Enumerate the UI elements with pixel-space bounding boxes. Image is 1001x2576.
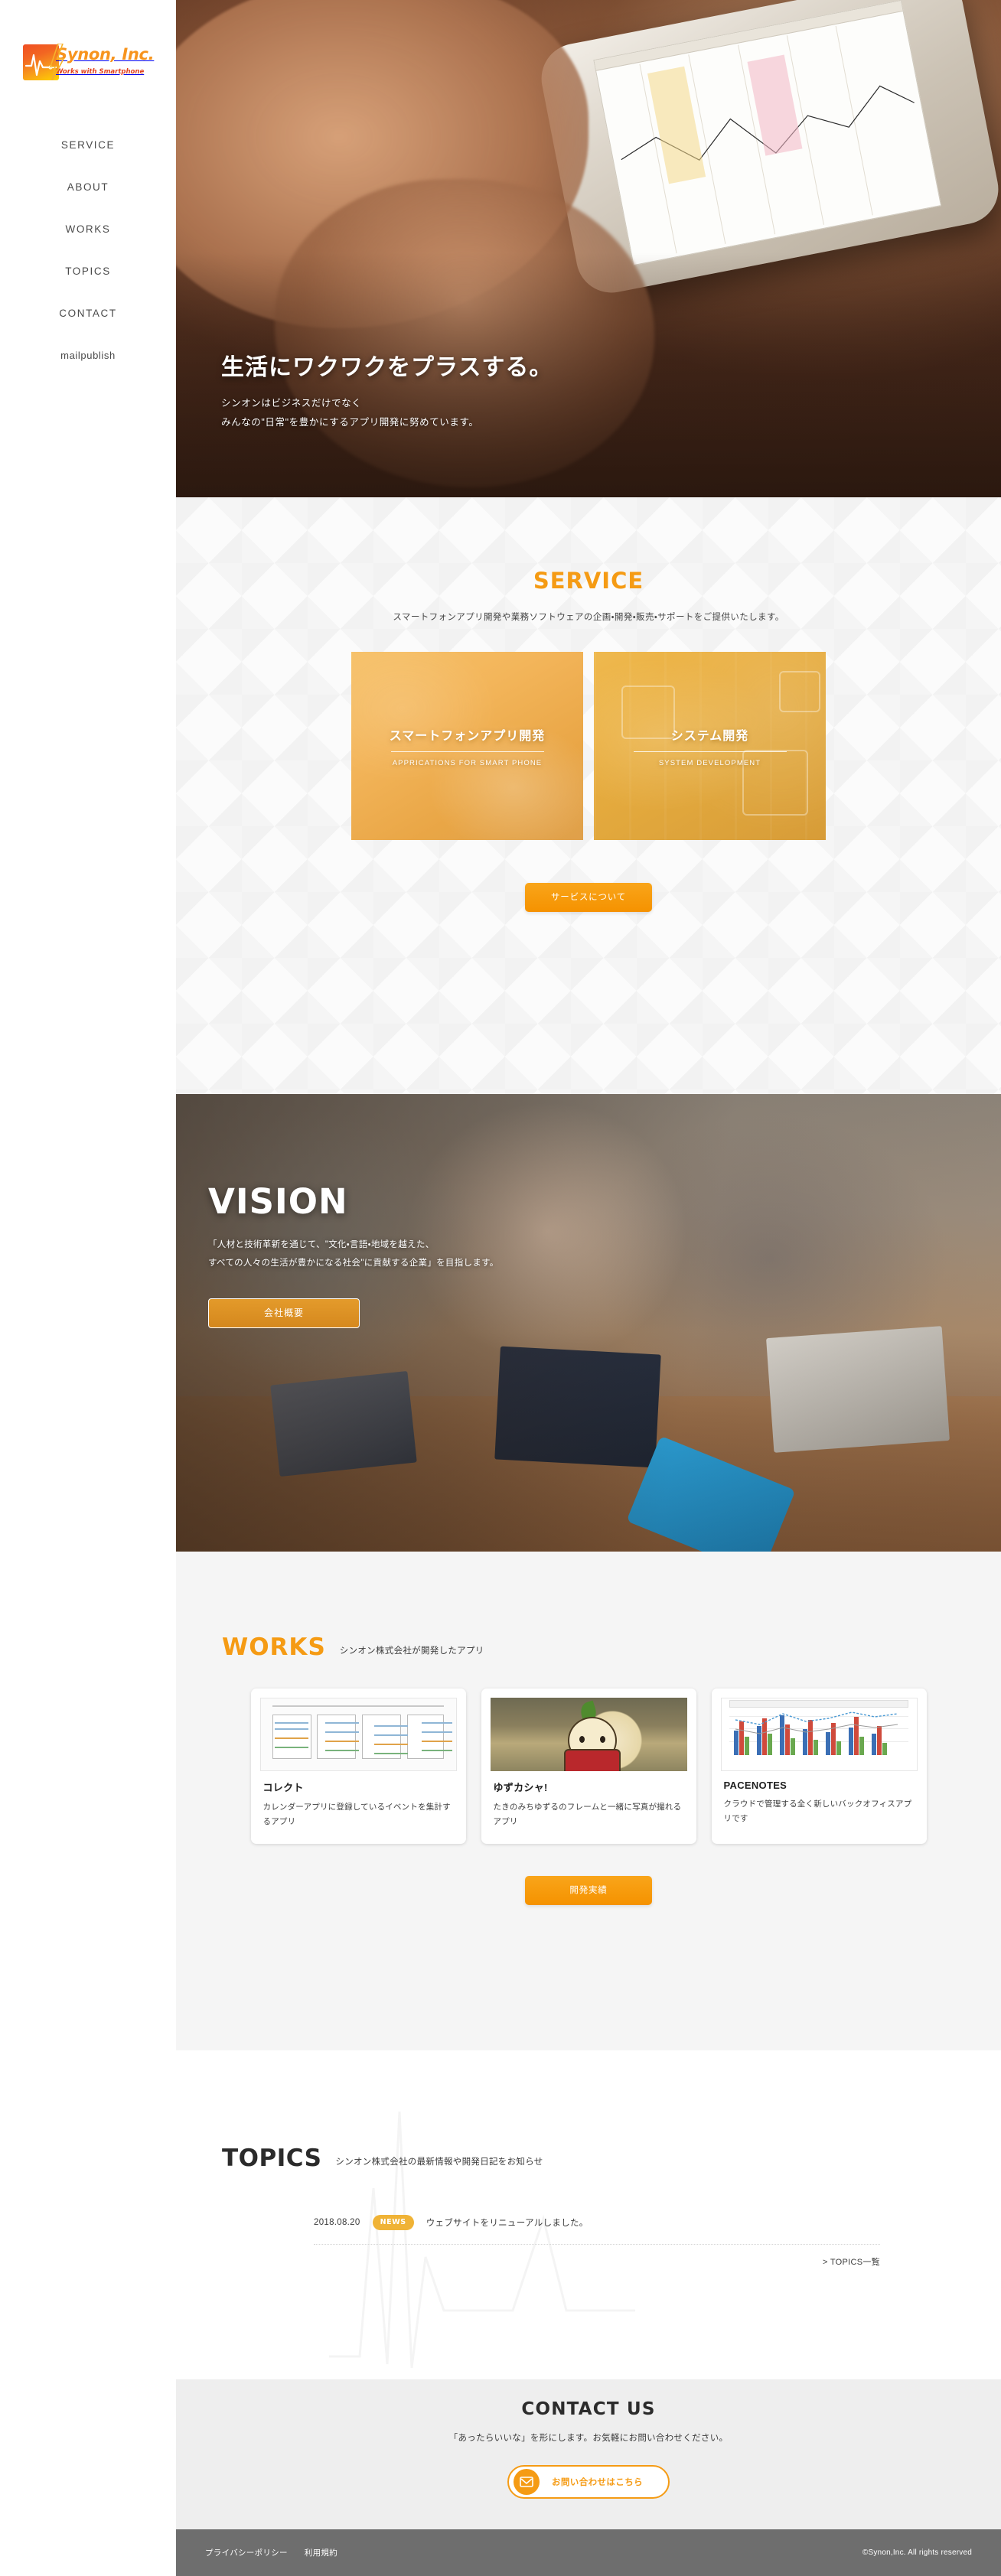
service-card-title: システム開発 <box>670 729 749 743</box>
hero-lead: シンオンはビジネスだけでなく みんなの"日常"を豊かにするアプリ開発に努めていま… <box>221 394 553 432</box>
service-title: SERVICE <box>533 568 644 594</box>
card-texture <box>351 652 583 840</box>
site-logo[interactable]: Synon, Inc. Works with Smartphone <box>23 42 157 82</box>
hero-lead-line-1: シンオンはビジネスだけでなく <box>221 398 362 409</box>
work-card-body: ゆずカシャ! たきのみちゆずるのフレームと一緒に写真が撮れるアプリ <box>491 1771 687 1830</box>
works-subtitle: シンオン株式会社が開発したアプリ <box>339 1646 484 1656</box>
phone-screen <box>593 0 941 266</box>
nav-item-works[interactable]: WORKS <box>65 223 110 235</box>
works-title: WORKS <box>222 1633 326 1661</box>
work-card-yuzukasha[interactable]: ゆずカシャ! たきのみちゆずるのフレームと一緒に写真が撮れるアプリ <box>481 1689 696 1844</box>
topics-list: 2018.08.20 NEWS ウェブサイトをリニューアルしました。 > TOP… <box>314 2215 880 2268</box>
works-header: WORKS シンオン株式会社が開発したアプリ <box>176 1552 1001 1659</box>
logo-wordmark: Synon, Inc. Works with Smartphone <box>49 43 157 81</box>
nav-item-topics[interactable]: TOPICS <box>65 265 111 277</box>
hero-title: 生活にワクワクをプラスする。 <box>221 354 553 381</box>
footer-link-terms[interactable]: 利用規約 <box>305 2547 337 2558</box>
topic-text: ウェブサイトをリニューアルしました。 <box>426 2219 589 2228</box>
copyright-text: ©Synon,Inc. All rights reserved <box>862 2548 972 2557</box>
works-button[interactable]: 開発実績 <box>525 1875 652 1905</box>
lightning-bolt-icon <box>48 43 65 81</box>
vision-section: VISION 「人材と技術革新を通じて、"文化・言語・地域を越えた、 すべての人… <box>176 1094 1001 1552</box>
vision-lead: 「人材と技術革新を通じて、"文化・言語・地域を越えた、 すべての人々の生活が豊か… <box>208 1236 499 1272</box>
works-section: WORKS シンオン株式会社が開発したアプリ コレクト カレンダーアプリに登録し… <box>176 1552 1001 2050</box>
hero-copy: 生活にワクワクをプラスする。 シンオンはビジネスだけでなく みんなの"日常"を豊… <box>221 348 553 432</box>
logo-tagline: Works with Smartphone <box>56 68 145 76</box>
contact-button[interactable]: お問い合わせはこちら <box>507 2465 670 2499</box>
vision-lead-line-2: すべての人々の生活が豊かになる社会"に貢献する企業」を目指します。 <box>208 1259 499 1268</box>
footer-links: プライバシーポリシー 利用規約 <box>205 2547 337 2558</box>
nav-item-contact[interactable]: CONTACT <box>59 308 116 319</box>
service-card-smartphone[interactable]: スマートフォンアプリ開発 APPRICATIONS FOR SMART PHON… <box>351 652 583 840</box>
topics-title: TOPICS <box>222 2144 322 2172</box>
contact-lead: 「あったらいいな」を形にします。お気軽にお問い合わせください。 <box>448 2434 729 2443</box>
work-card-body: コレクト カレンダーアプリに登録しているイベントを集計するアプリ <box>260 1771 457 1830</box>
status-badge: NEWS <box>372 2215 414 2230</box>
service-card-subtitle: APPRICATIONS FOR SMART PHONE <box>392 758 543 767</box>
topics-subtitle: シンオン株式会社の最新情報や開発日記をお知らせ <box>335 2158 543 2167</box>
service-button[interactable]: サービスについて <box>525 883 652 912</box>
service-header: SERVICE スマートフォンアプリ開発や業務ソフトウェアの企画・開発・販売・サ… <box>176 497 1001 623</box>
nav-item-about[interactable]: ABOUT <box>67 181 109 193</box>
mail-envelope-icon <box>514 2469 540 2495</box>
main-navigation: SERVICE ABOUT WORKS TOPICS CONTACT mailp… <box>0 139 176 361</box>
footer-link-privacy[interactable]: プライバシーポリシー <box>205 2547 288 2558</box>
character-body <box>564 1749 621 1771</box>
service-card-subtitle: SYSTEM DEVELOPMENT <box>658 758 761 767</box>
work-card-description: クラウドで管理する全く新しいバックオフィスアプリです <box>723 1799 912 1824</box>
bar-chart-thumbnail <box>720 1698 918 1771</box>
nav-item-service[interactable]: SERVICE <box>61 139 115 151</box>
service-section: SERVICE スマートフォンアプリ開発や業務ソフトウェアの企画・開発・販売・サ… <box>176 497 1001 1094</box>
vision-copy: VISION 「人材と技術革新を通じて、"文化・言語・地域を越えた、 すべての人… <box>208 1181 499 1329</box>
character-photo-thumbnail <box>490 1698 687 1771</box>
vision-title: VISION <box>208 1181 348 1222</box>
service-card-system[interactable]: システム開発 SYSTEM DEVELOPMENT <box>594 652 826 840</box>
work-card-title: PACENOTES <box>723 1780 787 1791</box>
vision-button[interactable]: 会社概要 <box>208 1298 360 1329</box>
service-card-title: スマートフォンアプリ開発 <box>389 729 546 743</box>
work-card-title: コレクト <box>262 1782 304 1793</box>
card-divider <box>390 751 544 752</box>
topics-header: TOPICS シンオン株式会社の最新情報や開発日記をお知らせ <box>222 2147 1001 2171</box>
logo-title: Synon, Inc. <box>56 45 155 64</box>
sidebar: Synon, Inc. Works with Smartphone SERVIC… <box>0 0 176 2576</box>
work-card-description: カレンダーアプリに登録しているイベントを集計するアプリ <box>262 1803 451 1827</box>
contact-section: CONTACT US 「あったらいいな」を形にします。お気軽にお問い合わせくださ… <box>176 2379 1001 2529</box>
topics-section: TOPICS シンオン株式会社の最新情報や開発日記をお知らせ 2018.08.2… <box>176 2050 1001 2379</box>
calendar-grid-thumbnail <box>259 1698 457 1771</box>
topics-more-link[interactable]: > TOPICS一覧 <box>314 2255 880 2268</box>
work-card-pacenotes[interactable]: PACENOTES クラウドで管理する全く新しいバックオフィスアプリです <box>711 1689 927 1844</box>
work-card-body: PACENOTES クラウドで管理する全く新しいバックオフィスアプリです <box>721 1771 918 1827</box>
topics-inner: TOPICS シンオン株式会社の最新情報や開発日記をお知らせ 2018.08.2… <box>176 2050 1001 2268</box>
contact-button-label: お問い合わせはこちら <box>552 2478 643 2487</box>
work-card-collect[interactable]: コレクト カレンダーアプリに登録しているイベントを集計するアプリ <box>250 1689 466 1844</box>
work-card-title: ゆずカシャ! <box>493 1782 548 1793</box>
nav-item-mailpublish[interactable]: mailpublish <box>60 350 116 361</box>
service-card-list: スマートフォンアプリ開発 APPRICATIONS FOR SMART PHON… <box>176 652 1001 840</box>
vision-lead-line-1: 「人材と技術革新を通じて、"文化・言語・地域を越えた、 <box>208 1240 435 1249</box>
site-footer: プライバシーポリシー 利用規約 ©Synon,Inc. All rights r… <box>176 2529 1001 2576</box>
hero-lead-line-2: みんなの"日常"を豊かにするアプリ開発に努めています。 <box>221 417 479 428</box>
service-lead: スマートフォンアプリ開発や業務ソフトウェアの企画・開発・販売・サポートをご提供い… <box>393 613 784 622</box>
topics-divider <box>314 2244 880 2245</box>
contact-title: CONTACT US <box>521 2399 656 2419</box>
topic-item[interactable]: 2018.08.20 NEWS ウェブサイトをリニューアルしました。 <box>314 2215 880 2244</box>
card-divider <box>633 751 787 752</box>
hero-section: 生活にワクワクをプラスする。 シンオンはビジネスだけでなく みんなの"日常"を豊… <box>176 0 1001 497</box>
work-card-description: たきのみちゆずるのフレームと一緒に写真が撮れるアプリ <box>493 1803 682 1827</box>
topic-date: 2018.08.20 <box>314 2218 360 2227</box>
works-card-list: コレクト カレンダーアプリに登録しているイベントを集計するアプリ ゆずカシャ! … <box>176 1689 1001 1844</box>
